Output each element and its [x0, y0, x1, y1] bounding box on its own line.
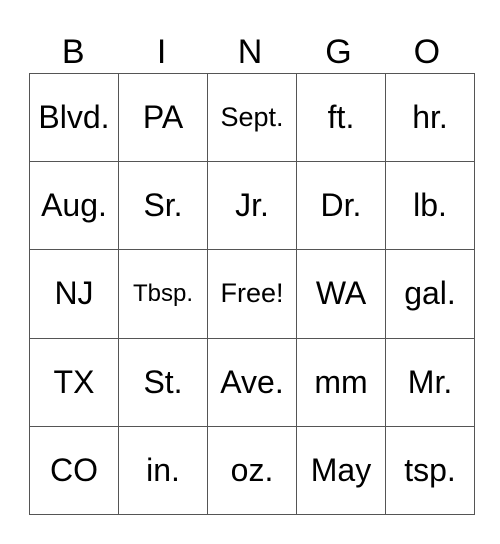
bingo-cell[interactable]: oz. — [207, 425, 297, 516]
board-row: Blvd. PA Sept. ft. hr. — [29, 72, 475, 163]
header-letter-b: B — [61, 33, 85, 71]
bingo-cell[interactable]: May — [296, 425, 386, 516]
bingo-cell[interactable]: in. — [118, 425, 208, 516]
bingo-cell[interactable]: PA — [118, 72, 208, 163]
bingo-cell[interactable]: Tbsp. — [118, 249, 208, 339]
header-letter-n: N — [237, 33, 263, 71]
bingo-cell[interactable]: St. — [118, 337, 208, 427]
bingo-cell[interactable]: tsp. — [385, 425, 475, 516]
bingo-cell[interactable]: hr. — [385, 72, 475, 163]
bingo-cell[interactable]: TX — [29, 337, 119, 427]
bingo-cell[interactable]: Blvd. — [29, 72, 119, 163]
bingo-cell[interactable]: WA — [296, 249, 386, 339]
bingo-cell[interactable]: mm — [296, 337, 386, 427]
bingo-cell[interactable]: Aug. — [29, 161, 119, 251]
bingo-cell[interactable]: Sept. — [207, 72, 297, 163]
header-letter-i: I — [156, 33, 167, 71]
bingo-cell[interactable]: gal. — [385, 249, 475, 339]
free-space-cell[interactable]: Free! — [207, 249, 297, 339]
board-row: NJ Tbsp. Free! WA gal. — [29, 249, 475, 339]
board-row: TX St. Ave. mm Mr. — [29, 337, 475, 427]
bingo-cell[interactable]: Jr. — [207, 161, 297, 251]
board-row: Aug. Sr. Jr. Dr. lb. — [29, 161, 475, 251]
header-letter-g: G — [325, 33, 352, 71]
bingo-cell[interactable]: lb. — [385, 161, 475, 251]
bingo-cell[interactable]: CO — [29, 425, 119, 516]
header-letter-o: O — [413, 33, 441, 71]
bingo-cell[interactable]: Dr. — [296, 161, 386, 251]
bingo-cell[interactable]: ft. — [296, 72, 386, 163]
bingo-board: Blvd. PA Sept. ft. hr. Aug. Sr. Jr. Dr. … — [29, 72, 475, 516]
bingo-cell[interactable]: Sr. — [118, 161, 208, 251]
board-row: CO in. oz. May tsp. — [29, 425, 475, 516]
bingo-cell[interactable]: NJ — [29, 249, 119, 339]
bingo-cell[interactable]: Mr. — [385, 337, 475, 427]
bingo-header: B I N G O — [29, 30, 471, 74]
bingo-cell[interactable]: Ave. — [207, 337, 297, 427]
